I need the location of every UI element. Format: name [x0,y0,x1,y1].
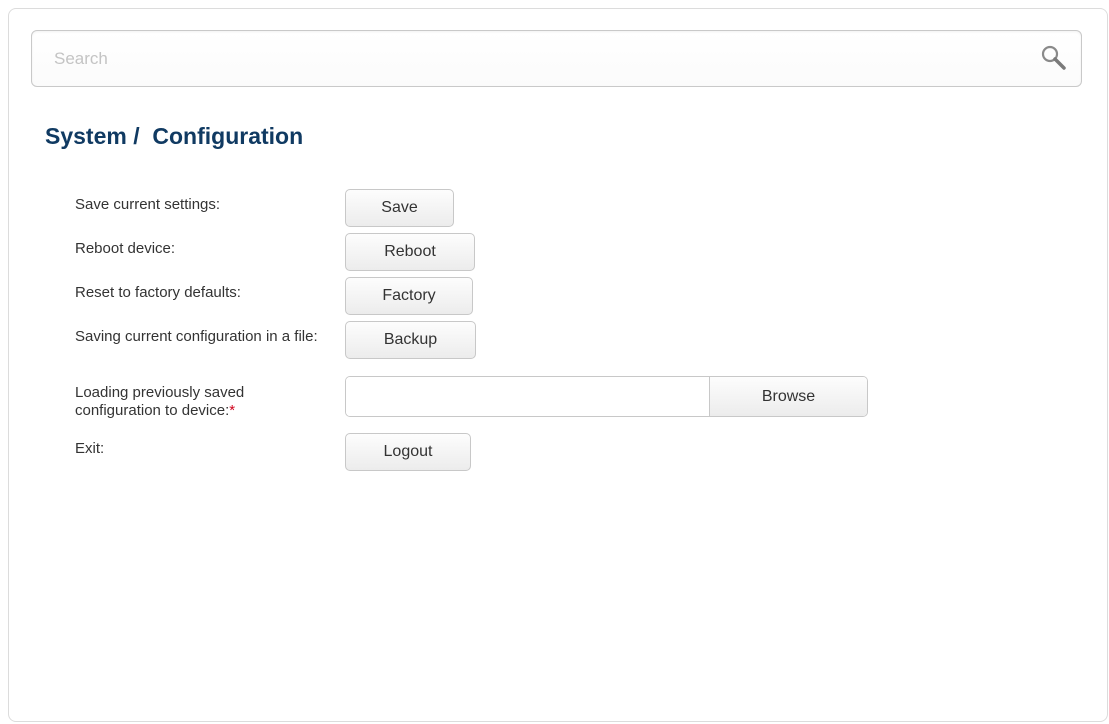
file-path-input[interactable] [346,377,708,416]
save-settings-label: Save current settings: [75,196,221,213]
logout-button[interactable]: Logout [345,433,471,471]
factory-reset-label: Reset to factory defaults: [75,284,241,301]
search-input[interactable] [54,31,1014,86]
backup-button[interactable]: Backup [345,321,476,359]
file-upload-field: Browse [345,376,868,417]
reboot-button[interactable]: Reboot [345,233,475,271]
search-icon[interactable] [1039,43,1069,73]
exit-label: Exit: [75,440,105,457]
factory-button[interactable]: Factory [345,277,473,315]
load-config-label: Loading previously saved configuration t… [75,384,315,420]
load-config-label-text: Loading previously saved configuration t… [75,384,245,419]
main-panel [8,8,1108,722]
search-bar [31,30,1082,87]
page-title: System / Configuration [45,123,304,149]
browse-button[interactable]: Browse [709,377,867,416]
required-mark: * [229,402,236,419]
backup-config-label: Saving current configuration in a file: [75,328,318,345]
reboot-device-label: Reboot device: [75,240,176,257]
save-button[interactable]: Save [345,189,454,227]
